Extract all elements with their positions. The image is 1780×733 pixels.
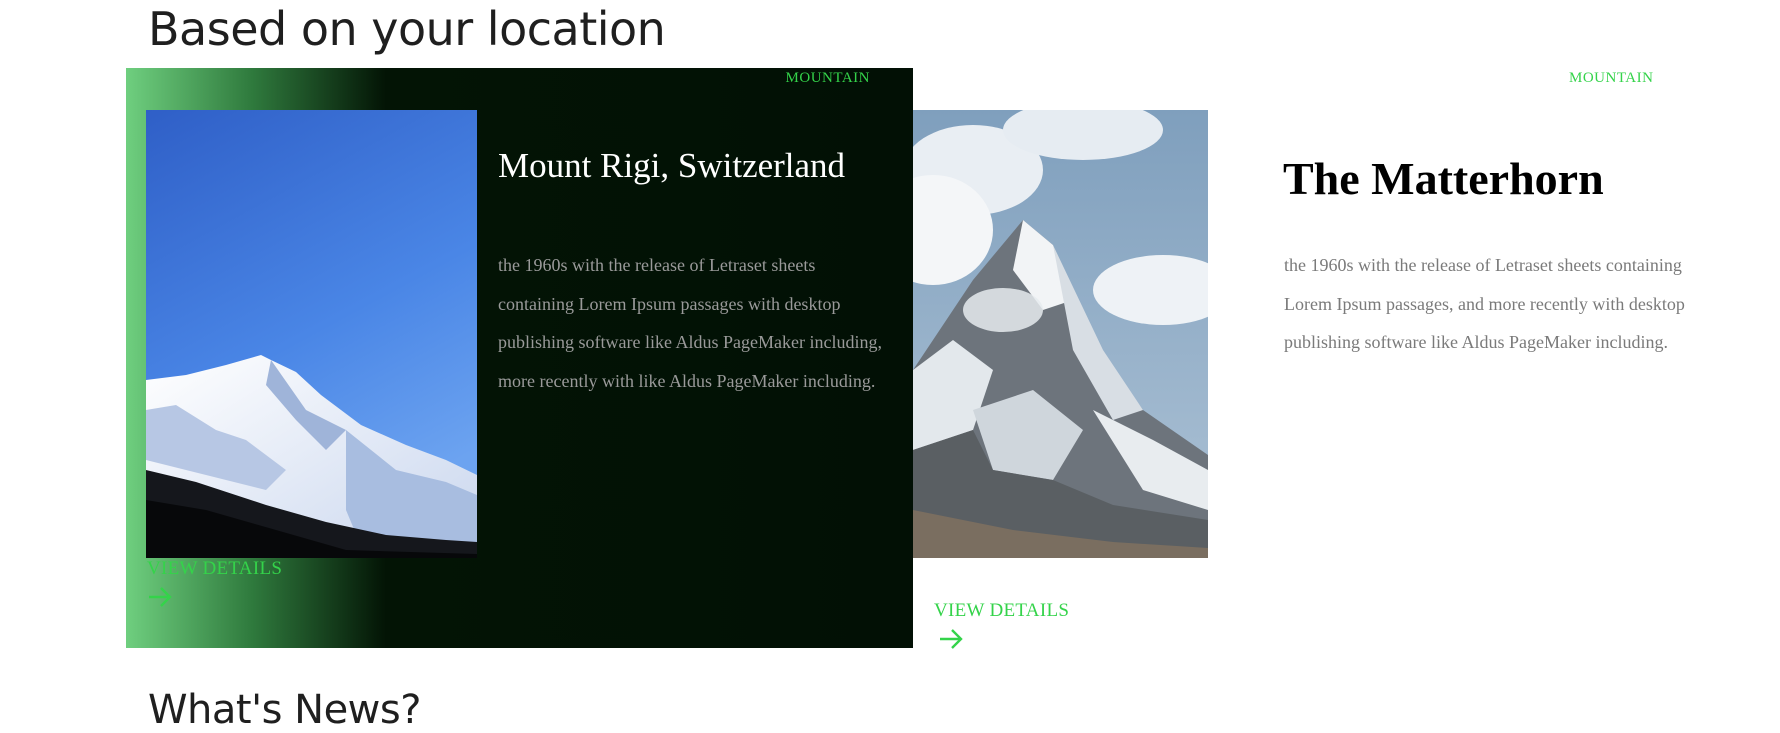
arrow-right-icon[interactable] [938, 628, 964, 650]
arrow-right-icon[interactable] [147, 586, 173, 608]
destination-card-mount-rigi[interactable]: MOUNTAIN Mount Rigi, Switzerland the 196… [126, 68, 913, 648]
category-tag[interactable]: MOUNTAIN [786, 70, 870, 87]
mount-rigi-image [146, 110, 477, 558]
destination-card-matterhorn[interactable]: MOUNTAIN The Matterhorn the 1960s with t… [913, 68, 1780, 668]
news-section-title: What's News? [148, 687, 421, 733]
card-description: the 1960s with the release of Letraset s… [498, 255, 882, 391]
matterhorn-image [913, 110, 1208, 558]
card-description: the 1960s with the release of Letraset s… [1284, 255, 1685, 352]
view-details-link[interactable]: VIEW DETAILS [147, 558, 282, 580]
section-title: Based on your location [148, 2, 666, 56]
view-details-link[interactable]: VIEW DETAILS [934, 600, 1069, 622]
category-tag[interactable]: MOUNTAIN [1569, 70, 1653, 87]
card-title: The Matterhorn [1283, 153, 1604, 204]
card-title: Mount Rigi, Switzerland [498, 146, 846, 185]
